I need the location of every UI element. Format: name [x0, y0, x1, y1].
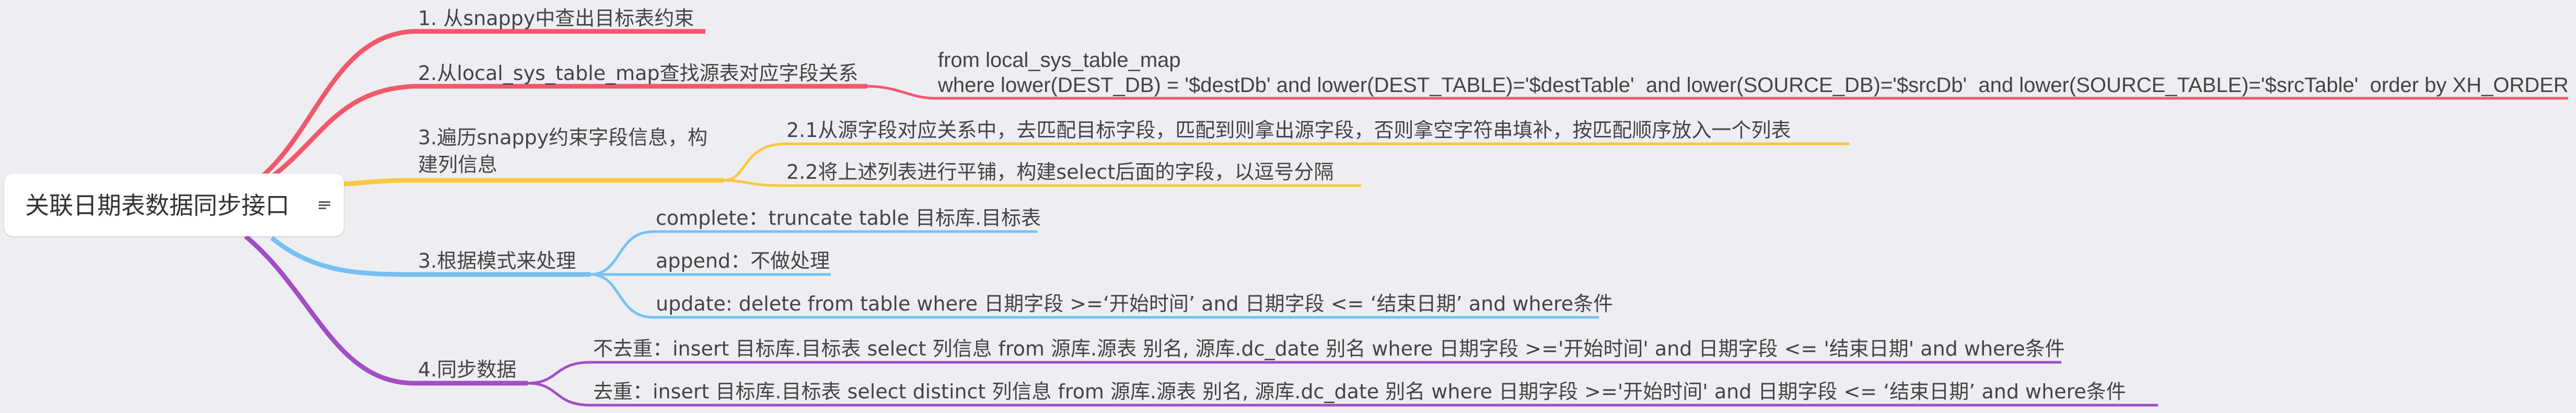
branch-2-child-1-line-1[interactable]: from local_sys_table_map [938, 48, 1181, 72]
notes-icon[interactable] [319, 201, 330, 210]
branch-2-child-1-line-2[interactable]: where lower(DEST_DB) = '$destDb' and low… [938, 73, 2569, 97]
branch-4-label[interactable]: 3.根据模式来处理 [418, 249, 576, 273]
branch-2-label[interactable]: 2.从local_sys_table_map查找源表对应字段关系 [418, 61, 858, 85]
branch-3-label-line-2[interactable]: 建列信息 [418, 153, 497, 177]
branch-3-child-1[interactable]: 2.1从源字段对应关系中，去匹配目标字段，匹配到则拿出源字段，否则拿空字符串填补… [786, 118, 1791, 142]
root-node-title: 关联日期表数据同步接口 [25, 191, 289, 220]
branch-4-child-1[interactable]: complete：truncate table 目标库.目标表 [656, 206, 1041, 230]
branch-5-child-2[interactable]: 去重：insert 目标库.目标表 select distinct 列信息 fr… [593, 380, 2126, 404]
branch-4-child-2[interactable]: append：不做处理 [656, 249, 830, 273]
branch-5-child-1[interactable]: 不去重：insert 目标库.目标表 select 列信息 from 源库.源表… [593, 337, 2065, 361]
branch-4-child-3[interactable]: update: delete from table where 日期字段 >=‘… [656, 292, 1613, 316]
mind-map: 关联日期表数据同步接口 1. 从snappy中查出目标表约束 2.从local_… [0, 0, 2576, 413]
branch-3-label-line-1[interactable]: 3.遍历snappy约束字段信息，构 [418, 125, 707, 150]
root-node[interactable]: 关联日期表数据同步接口 [4, 174, 344, 236]
branch-3-child-2[interactable]: 2.2将上述列表进行平铺，构建select后面的字段，以逗号分隔 [786, 160, 1333, 184]
connector-root-b3 [342, 178, 724, 187]
branch-5-label[interactable]: 4.同步数据 [418, 358, 516, 382]
branch-1-label[interactable]: 1. 从snappy中查出目标表约束 [418, 6, 694, 30]
